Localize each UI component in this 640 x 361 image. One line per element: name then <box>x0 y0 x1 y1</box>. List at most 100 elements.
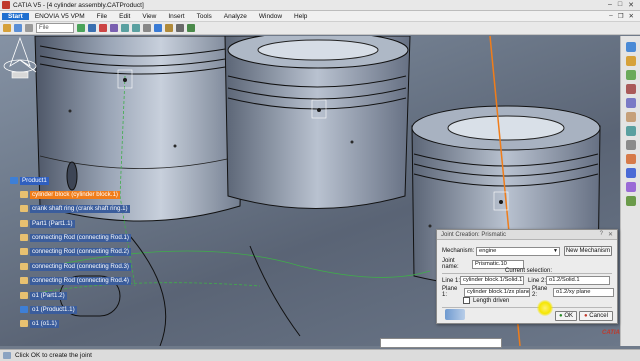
joint-icon[interactable] <box>625 154 636 164</box>
joint-creation-dialog: Joint Creation: Prismatic ? ✕ Mechanism:… <box>436 229 618 324</box>
filter-combo[interactable]: File <box>36 23 74 33</box>
section-icon[interactable] <box>625 126 636 136</box>
divider <box>442 307 612 308</box>
doc-minimize-icon[interactable]: – <box>609 12 613 20</box>
plane1-label: Plane 1: <box>442 286 458 298</box>
pan-icon[interactable] <box>99 24 107 32</box>
plane1-field[interactable]: cylinder block.1/zx plane <box>464 287 530 297</box>
menu-file[interactable]: File <box>91 13 113 20</box>
line1-field[interactable]: cylinder block.1/Solid.1 <box>460 276 524 285</box>
tree-node-item[interactable]: crank shaft ring (crank shaft ring.1) <box>20 204 130 213</box>
menu-bar: Start ENOVIA V5 VPM File Edit View Inser… <box>0 11 640 22</box>
menu-edit[interactable]: Edit <box>113 13 136 20</box>
doc-close-icon[interactable]: ✕ <box>629 12 634 20</box>
tree-node-label: cylinder block (cylinder block.1) <box>30 190 120 199</box>
manipulation-icon[interactable] <box>625 70 636 80</box>
doc-restore-icon[interactable]: ❐ <box>618 12 624 20</box>
menu-tools[interactable]: Tools <box>191 13 218 20</box>
mechanism-select[interactable]: engine ▼ <box>476 246 560 256</box>
distance-icon[interactable] <box>625 140 636 150</box>
length-driven-checkbox[interactable] <box>463 297 470 304</box>
catia-logo: CATIA <box>602 330 620 336</box>
explode-icon[interactable] <box>625 98 636 108</box>
document-window-controls: – ❐ ✕ <box>609 12 634 20</box>
component-icon <box>20 191 28 198</box>
status-text: Click OK to create the joint <box>15 352 92 359</box>
menu-insert[interactable]: Insert <box>162 13 190 20</box>
save-icon[interactable] <box>14 24 22 32</box>
tree-node-item[interactable]: Part1 (Part1.1) <box>20 219 75 228</box>
top-toolbar: File <box>0 22 640 35</box>
iso-view-icon[interactable] <box>154 24 162 32</box>
swap-space-icon[interactable] <box>187 24 195 32</box>
joint-name-label: Joint name: <box>442 258 459 270</box>
compass-widget[interactable] <box>0 36 40 82</box>
new-mechanism-button[interactable]: New Mechanism <box>564 246 612 256</box>
sensor-icon[interactable] <box>625 182 636 192</box>
line2-field[interactable]: o1.2/Solid.1 <box>546 276 610 285</box>
tree-node-item[interactable]: o1 (o1.1) <box>20 319 59 328</box>
simulation-icon[interactable] <box>625 168 636 178</box>
tree-node-item[interactable]: cylinder block (cylinder block.1) <box>20 190 120 199</box>
hide-show-icon[interactable] <box>176 24 184 32</box>
dialog-title: Joint Creation: Prismatic <box>441 231 507 238</box>
menu-view[interactable]: View <box>136 13 162 20</box>
tree-node-label: o1 (o1.1) <box>30 319 59 328</box>
tree-node-item[interactable]: connecting Rod (connecting Rod.3) <box>20 262 131 271</box>
component-icon <box>20 292 28 299</box>
shading-icon[interactable] <box>165 24 173 32</box>
menu-analyze[interactable]: Analyze <box>218 13 253 20</box>
status-icon <box>3 352 11 359</box>
divider <box>442 273 612 274</box>
existing-component-icon[interactable] <box>625 56 636 66</box>
window-title: CATIA V5 - [4 cylinder assembly.CATProdu… <box>13 1 144 9</box>
fit-all-icon[interactable] <box>88 24 96 32</box>
power-input-field[interactable] <box>380 338 502 348</box>
tree-node-item[interactable]: o1 (Product1.1) <box>20 305 77 314</box>
product-icon <box>20 306 28 313</box>
open-icon[interactable] <box>3 24 11 32</box>
tree-node-label: Part1 (Part1.1) <box>30 219 75 228</box>
clash-icon[interactable] <box>625 112 636 122</box>
component-icon <box>20 320 28 327</box>
rotate-icon[interactable] <box>110 24 118 32</box>
mechanism-row: Mechanism: engine ▼ New Mechanism <box>442 246 612 256</box>
tree-node-item[interactable]: connecting Rod (connecting Rod.4) <box>20 276 131 285</box>
cancel-icon: ● <box>584 313 588 319</box>
tree-node-label: connecting Rod (connecting Rod.3) <box>30 262 131 271</box>
help-icon[interactable]: ? <box>600 231 603 238</box>
line1-label: Line 1: <box>442 277 461 284</box>
snap-icon[interactable] <box>625 84 636 94</box>
status-bar: Click OK to create the joint <box>0 349 640 361</box>
tree-node-root[interactable]: Product1 <box>10 176 49 185</box>
menu-start[interactable]: Start <box>2 12 29 20</box>
dialog-close-icon[interactable]: ✕ <box>608 231 613 238</box>
ok-button[interactable]: ● OK <box>555 311 577 321</box>
minimize-icon[interactable]: – <box>608 1 612 9</box>
cancel-button[interactable]: ● Cancel <box>579 311 613 321</box>
close-icon[interactable]: ✕ <box>628 1 634 9</box>
menu-window[interactable]: Window <box>253 13 288 20</box>
normal-view-icon[interactable] <box>143 24 151 32</box>
plane2-field[interactable]: o1.2/xy plane <box>553 287 614 297</box>
zoom-out-icon[interactable] <box>132 24 140 32</box>
zoom-in-icon[interactable] <box>121 24 129 32</box>
line-row: Line 1: cylinder block.1/Solid.1 Line 2:… <box>442 276 610 285</box>
ok-check-icon: ● <box>559 313 563 319</box>
select-icon[interactable] <box>77 24 85 32</box>
cursor-highlight <box>537 300 553 316</box>
cut-icon[interactable] <box>25 24 33 32</box>
law-icon[interactable] <box>625 196 636 206</box>
menu-help[interactable]: Help <box>288 13 313 20</box>
menu-enovia[interactable]: ENOVIA V5 VPM <box>29 13 91 20</box>
tree-node-label: o1 (Part1.2) <box>30 291 67 300</box>
tree-node-item[interactable]: connecting Rod (connecting Rod.2) <box>20 247 131 256</box>
component-icon <box>20 263 28 270</box>
tree-node-item[interactable]: o1 (Part1.2) <box>20 291 67 300</box>
tree-node-item[interactable]: connecting Rod (connecting Rod.1) <box>20 233 131 242</box>
tree-node-label: connecting Rod (connecting Rod.2) <box>30 247 131 256</box>
component-icon <box>20 277 28 284</box>
tree-node-label: crank shaft ring (crank shaft ring.1) <box>30 204 130 213</box>
maximize-icon[interactable]: □ <box>618 1 622 9</box>
new-component-icon[interactable] <box>625 42 636 52</box>
